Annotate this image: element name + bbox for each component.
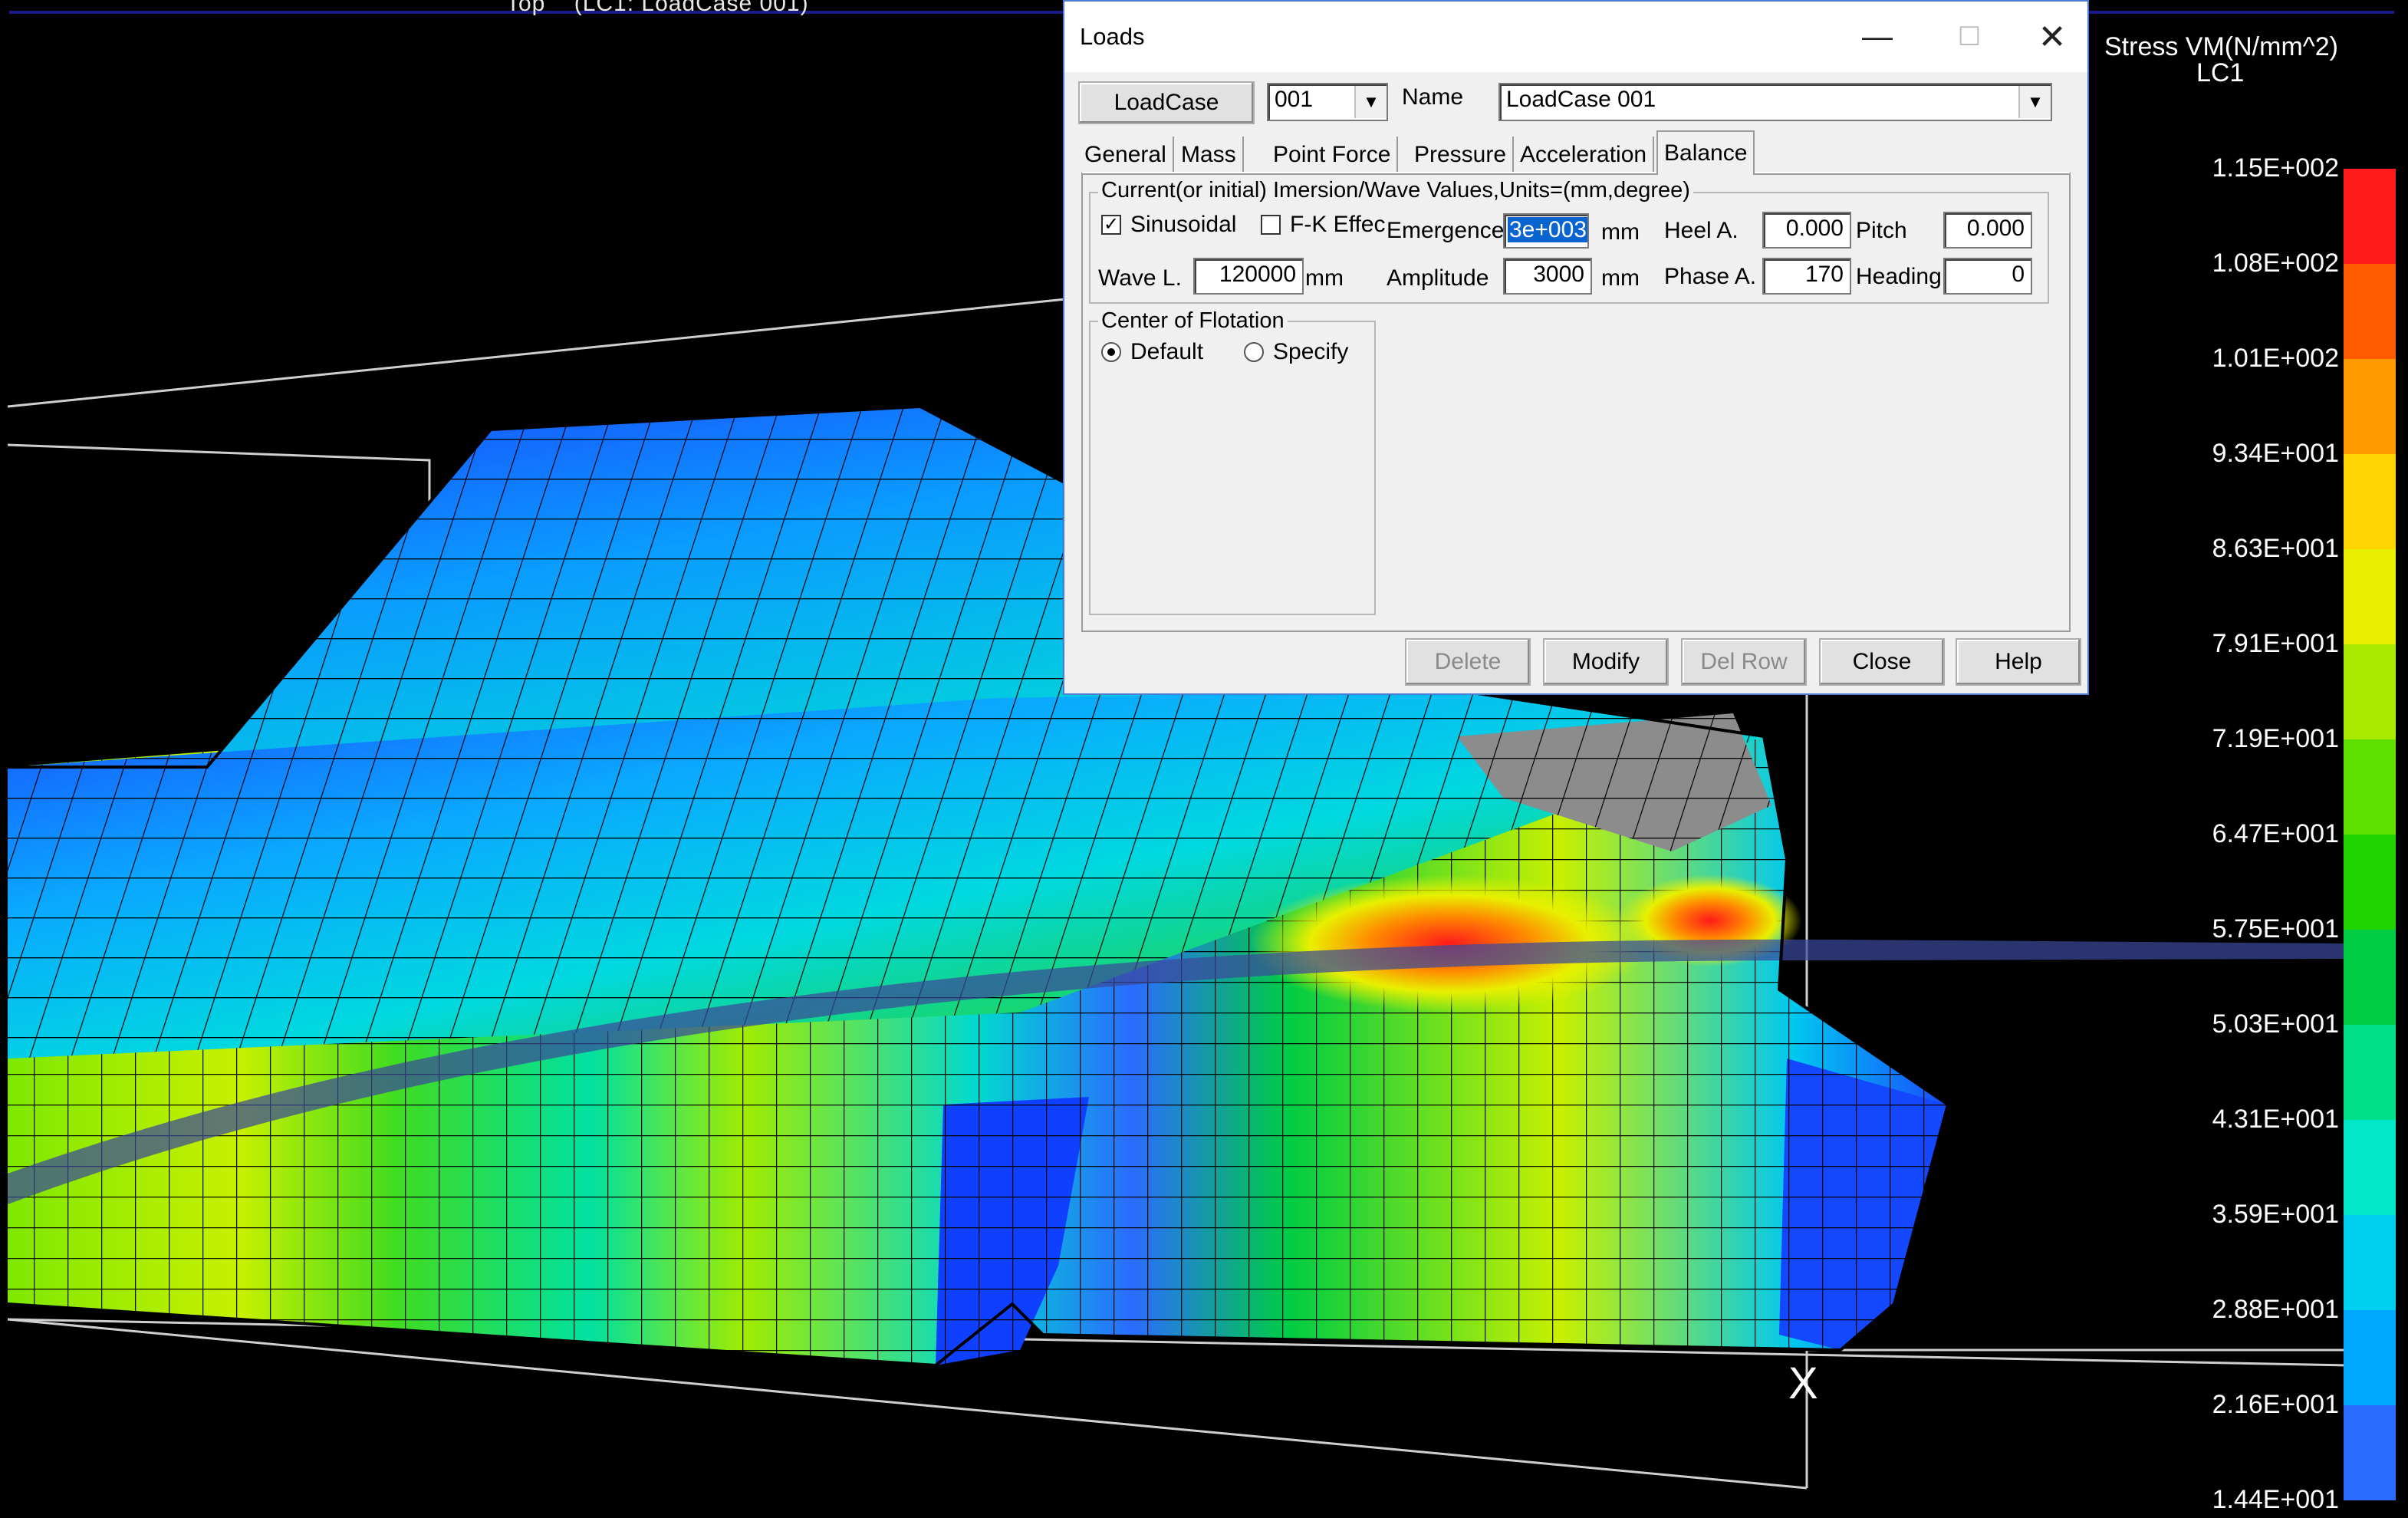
legend-tick-label: 1.15E+002 [2212,153,2339,183]
wave-length-label: Wave L. [1098,265,1182,291]
legend-subtitle: LC1 [2196,58,2245,87]
name-label: Name [1402,84,1464,110]
checkmark-icon: ✓ [1103,214,1120,235]
legend-color-swatch [2344,1215,2396,1310]
close-button[interactable]: Close [1819,638,1945,686]
delete-button[interactable]: Delete [1405,638,1531,686]
flotation-group-title: Center of Flotation [1098,308,1288,334]
x-axis-label: X [1788,1358,1818,1408]
modify-button[interactable]: Modify [1543,638,1669,686]
heel-input[interactable]: 0.000 [1762,212,1851,249]
emergence-unit: mm [1601,219,1640,245]
amplitude-unit: mm [1601,265,1640,291]
heel-label: Heel A. [1664,218,1739,243]
legend-tick-label: 2.16E+001 [2212,1390,2339,1419]
legend-color-swatch [2344,644,2396,739]
amplitude-input[interactable]: 3000 [1503,258,1592,295]
legend-tick-label: 9.34E+001 [2212,439,2339,468]
legend-color-swatch [2344,835,2396,930]
sinusoidal-checkbox[interactable]: ✓ [1101,215,1121,235]
legend-color-swatch [2344,169,2396,264]
sinusoidal-label: Sinusoidal [1130,212,1237,237]
legend-tick-label: 4.31E+001 [2212,1105,2339,1134]
legend-tick-label: 5.03E+001 [2212,1009,2339,1039]
legend-color-swatch [2344,359,2396,454]
legend-tick-label: 7.19E+001 [2212,724,2339,753]
specify-radio[interactable] [1244,342,1264,362]
heading-label: Heading [1856,264,1942,289]
fk-effect-checkbox[interactable] [1261,215,1281,235]
heading-input[interactable]: 0 [1943,258,2032,295]
loadcase-select[interactable]: 001 ▼ [1267,83,1388,121]
wave-length-unit: mm [1305,265,1344,291]
default-label: Default [1130,339,1204,364]
tab-mass[interactable]: Mass [1175,137,1244,173]
phase-label: Phase A. [1664,264,1757,289]
legend-color-swatch [2344,1120,2396,1215]
legend-color-swatch [2344,1025,2396,1120]
loadcase-button[interactable]: LoadCase [1078,81,1255,124]
legend-color-swatch [2344,454,2396,549]
minimize-button[interactable]: — [1831,9,1923,64]
chevron-down-icon[interactable]: ▼ [2018,86,2051,118]
tab-balance[interactable]: Balance [1656,130,1755,175]
legend-title: Stress VM(N/mm^2) [2104,32,2338,61]
legend-color-swatch [2344,739,2396,835]
tab-general[interactable]: General [1078,137,1174,173]
legend-color-swatch [2344,930,2396,1025]
tab-point-force[interactable]: Point Force [1267,137,1399,173]
legend-tick-label: 3.59E+001 [2212,1200,2339,1229]
del-row-button[interactable]: Del Row [1681,638,1807,686]
legend-color-swatch [2344,1405,2396,1500]
close-window-button[interactable]: ✕ [2006,9,2098,64]
close-icon: ✕ [2038,18,2067,56]
emergence-input[interactable]: 3e+003 [1503,213,1589,249]
legend-tick-label: 6.47E+001 [2212,819,2339,848]
tab-acceleration[interactable]: Acceleration [1514,137,1655,173]
maximize-button[interactable]: ☐ [1923,9,2015,64]
legend-tick-label: 5.75E+001 [2212,914,2339,943]
amplitude-label: Amplitude [1387,265,1489,291]
chevron-down-icon[interactable]: ▼ [1354,86,1387,118]
legend-tick-label: 7.91E+001 [2212,629,2339,658]
legend-tick-label: 1.44E+001 [2212,1485,2339,1514]
legend-color-swatch [2344,264,2396,359]
legend-tick-label: 2.88E+001 [2212,1295,2339,1324]
maximize-icon: ☐ [1957,22,1982,51]
loads-dialog[interactable]: Loads — ☐ ✕ LoadCase 001 ▼ Name LoadCase… [1063,0,2089,695]
legend-tick-label: 1.01E+002 [2212,344,2339,373]
emergence-label: Emergence [1387,218,1505,243]
name-select[interactable]: LoadCase 001 ▼ [1498,83,2052,121]
tab-pressure[interactable]: Pressure [1408,137,1515,173]
view-title: Top (LC1: LoadCase 001) [506,0,809,16]
pitch-input[interactable]: 0.000 [1943,212,2032,249]
legend-tick-label: 8.63E+001 [2212,534,2339,563]
wave-group-title: Current(or initial) Imersion/Wave Values… [1098,178,1693,203]
legend-tick-label: 1.08E+002 [2212,249,2339,278]
legend-color-swatch [2344,1310,2396,1405]
fk-effect-label: F-K Effec [1290,212,1386,237]
help-button[interactable]: Help [1956,638,2081,686]
dialog-title: Loads [1080,23,1145,50]
phase-input[interactable]: 170 [1762,258,1851,295]
specify-label: Specify [1273,339,1349,364]
emergence-value: 3e+003 [1508,217,1587,242]
dialog-titlebar[interactable]: Loads — ☐ ✕ [1064,2,2087,72]
wave-length-input[interactable]: 120000 [1193,258,1304,295]
loadcase-select-value: 001 [1275,87,1314,112]
stress-legend: Stress VM(N/mm^2) LC1 1.15E+002 1.08E+002… [2089,23,2408,1518]
legend-color-swatch [2344,549,2396,644]
pitch-label: Pitch [1856,218,1907,243]
default-radio[interactable] [1101,342,1121,362]
name-select-value: LoadCase 001 [1506,87,1656,112]
minimize-icon: — [1862,19,1893,54]
